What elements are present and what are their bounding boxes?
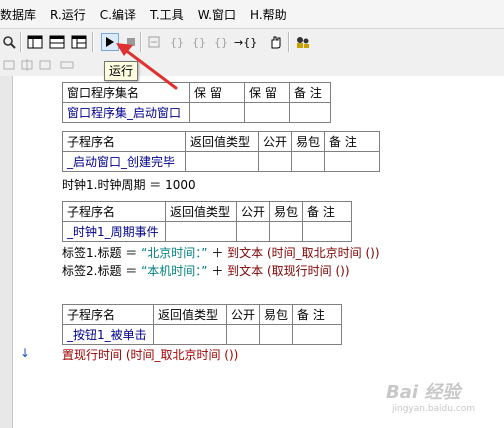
annotation-arrow-icon <box>116 43 178 90</box>
watermark-url: jingyan.baidu.com <box>392 404 476 414</box>
watermark-logo: Bai 经验 <box>386 382 461 403</box>
